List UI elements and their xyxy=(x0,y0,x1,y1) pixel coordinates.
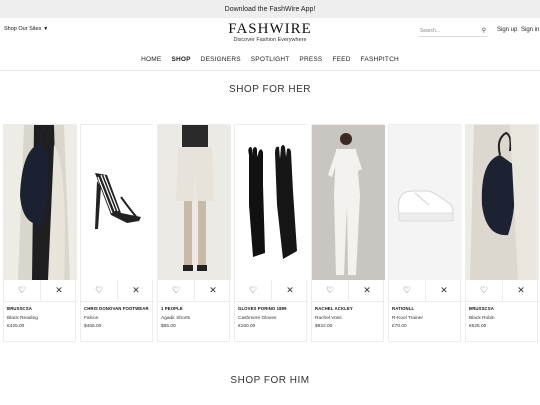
search-field[interactable]: Search... ⚲ xyxy=(418,25,488,37)
product-designer[interactable]: BRUSSCSA xyxy=(469,306,537,311)
product-image[interactable] xyxy=(235,125,308,280)
app-download-text[interactable]: Download the FashWire App! xyxy=(225,6,316,13)
brand-tagline: Discover Fashion Everywhere xyxy=(233,37,307,43)
nav-press[interactable]: PRESS xyxy=(298,56,323,70)
close-icon[interactable]: ✕ xyxy=(502,280,539,301)
product-image[interactable] xyxy=(389,125,462,280)
product-name[interactable]: Black Robin xyxy=(469,316,537,321)
nav-divider xyxy=(0,70,540,71)
heart-icon[interactable]: ♡ xyxy=(158,280,194,301)
product-card[interactable]: ♡ ✕ CHRIS DONOVAN FOOTWEAR Falcon $465.0… xyxy=(80,124,154,342)
product-actions: ♡ ✕ xyxy=(235,280,308,302)
product-image[interactable] xyxy=(466,125,539,280)
sign-in-link[interactable]: Sign in xyxy=(521,27,539,33)
product-price: €425.00 xyxy=(7,324,25,329)
product-price: €160.00 xyxy=(238,324,256,329)
product-image[interactable] xyxy=(81,125,154,280)
close-icon[interactable]: ✕ xyxy=(425,280,462,301)
app-download-banner[interactable]: Download the FashWire App! xyxy=(0,0,540,18)
product-info: RACHEL ACKLEY Rachel Voss $822.00 xyxy=(315,306,383,329)
product-designer[interactable]: GLOVES PORINO 1899 xyxy=(238,306,306,311)
product-name[interactable]: Cashmere Gloves xyxy=(238,316,306,321)
nav-shop[interactable]: SHOP xyxy=(170,56,191,70)
nav-spotlight[interactable]: SPOTLIGHT xyxy=(250,56,291,70)
search-input[interactable]: Search... xyxy=(420,28,440,34)
product-actions: ♡ ✕ xyxy=(158,280,231,302)
product-designer[interactable]: RATIONLL xyxy=(392,306,460,311)
product-card[interactable]: ♡ ✕ 1 PEOPLE Agadir Shorts $95.00 xyxy=(157,124,231,342)
main-navigation: HOME SHOP DESIGNERS SPOTLIGHT PRESS FEED… xyxy=(0,56,540,70)
heart-icon[interactable]: ♡ xyxy=(466,280,502,301)
heart-icon[interactable]: ♡ xyxy=(235,280,271,301)
product-actions: ♡ ✕ xyxy=(466,280,539,302)
product-name[interactable]: R-Kool Trainer xyxy=(392,316,460,321)
nav-home[interactable]: HOME xyxy=(140,56,162,70)
product-designer[interactable]: 1 PEOPLE xyxy=(161,306,229,311)
product-image[interactable] xyxy=(312,125,385,280)
product-info: BRUSSCSA Black Reading €425.00 xyxy=(7,306,75,329)
product-image[interactable] xyxy=(158,125,231,280)
search-icon[interactable]: ⚲ xyxy=(482,27,486,34)
product-designer[interactable]: RACHEL ACKLEY xyxy=(315,306,383,311)
sign-up-link[interactable]: Sign up xyxy=(497,27,517,33)
product-price: $465.00 xyxy=(84,324,102,329)
heart-icon[interactable]: ♡ xyxy=(4,280,40,301)
site-header: Shop Our Sites ▼ FASHWIRE Discover Fashi… xyxy=(0,18,540,52)
close-icon[interactable]: ✕ xyxy=(117,280,154,301)
heart-icon[interactable]: ♡ xyxy=(81,280,117,301)
product-price: $822.00 xyxy=(315,324,333,329)
product-card[interactable]: ♡ ✕ GLOVES PORINO 1899 Cashmere Gloves €… xyxy=(234,124,308,342)
product-designer[interactable]: CHRIS DONOVAN FOOTWEAR xyxy=(84,306,152,311)
close-icon[interactable]: ✕ xyxy=(194,280,231,301)
product-name[interactable]: Black Reading xyxy=(7,316,75,321)
product-info: 1 PEOPLE Agadir Shorts $95.00 xyxy=(161,306,229,329)
product-info: GLOVES PORINO 1899 Cashmere Gloves €160.… xyxy=(238,306,306,329)
product-card[interactable]: ♡ ✕ RACHEL ACKLEY Rachel Voss $822.00 xyxy=(311,124,385,342)
heart-icon[interactable]: ♡ xyxy=(312,280,348,301)
product-price: €525.00 xyxy=(469,324,487,329)
product-name[interactable]: Rachel Voss xyxy=(315,316,383,321)
product-card[interactable]: ♡ ✕ RATIONLL R-Kool Trainer £70.00 xyxy=(388,124,462,342)
nav-designers[interactable]: DESIGNERS xyxy=(200,56,242,70)
product-price: $95.00 xyxy=(161,324,176,329)
nav-fashpitch[interactable]: FASHPITCH xyxy=(360,56,400,70)
nav-feed[interactable]: FEED xyxy=(331,56,351,70)
product-carousel-her: ♡ ✕ BRUSSCSA Black Reading €425.00 ♡ ✕ C… xyxy=(3,124,540,342)
product-designer[interactable]: BRUSSCSA xyxy=(7,306,75,311)
product-name[interactable]: Agadir Shorts xyxy=(161,316,229,321)
close-icon[interactable]: ✕ xyxy=(348,280,385,301)
section-title-him: SHOP FOR HIM xyxy=(230,375,310,386)
product-name[interactable]: Falcon xyxy=(84,316,152,321)
product-price: £70.00 xyxy=(392,324,407,329)
close-icon[interactable]: ✕ xyxy=(271,280,308,301)
product-card[interactable]: ♡ ✕ BRUSSCSA Black Robin €525.00 xyxy=(465,124,539,342)
close-icon[interactable]: ✕ xyxy=(40,280,77,301)
product-card[interactable]: ♡ ✕ BRUSSCSA Black Reading €425.00 xyxy=(3,124,77,342)
product-info: CHRIS DONOVAN FOOTWEAR Falcon $465.00 xyxy=(84,306,152,329)
product-image[interactable] xyxy=(4,125,77,280)
heart-icon[interactable]: ♡ xyxy=(389,280,425,301)
product-actions: ♡ ✕ xyxy=(4,280,77,302)
product-info: BRUSSCSA Black Robin €525.00 xyxy=(469,306,537,329)
product-actions: ♡ ✕ xyxy=(81,280,154,302)
product-actions: ♡ ✕ xyxy=(389,280,462,302)
section-title-her: SHOP FOR HER xyxy=(229,84,311,95)
product-actions: ♡ ✕ xyxy=(312,280,385,302)
product-info: RATIONLL R-Kool Trainer £70.00 xyxy=(392,306,460,329)
